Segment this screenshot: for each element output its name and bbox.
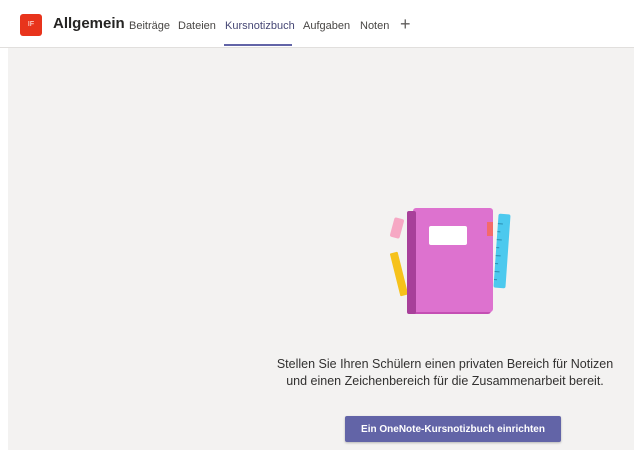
eraser-icon <box>390 217 404 239</box>
tab-aufgaben[interactable]: Aufgaben <box>303 19 350 33</box>
channel-header: IF Allgemein Beiträge Dateien Kursnotizb… <box>0 0 634 48</box>
setup-notebook-button[interactable]: Ein OneNote-Kursnotizbuch einrichten <box>345 416 561 442</box>
ruler-icon <box>493 213 511 289</box>
empty-state-message: Stellen Sie Ihren Schülern einen private… <box>255 356 634 390</box>
tab-beitraege[interactable]: Beiträge <box>129 19 170 33</box>
tab-kursnotizbuch[interactable]: Kursnotizbuch <box>225 19 295 33</box>
tab-dateien[interactable]: Dateien <box>178 19 216 33</box>
empty-state-message-line2: und einen Zeichenbereich für die Zusamme… <box>286 374 604 388</box>
add-tab-plus-icon[interactable]: + <box>400 14 411 34</box>
tab-noten[interactable]: Noten <box>360 19 389 33</box>
empty-state-message-line1: Stellen Sie Ihren Schülern einen private… <box>276 357 614 371</box>
channel-title: Allgemein <box>53 15 125 32</box>
notebook-illustration <box>390 208 511 314</box>
notebook-icon <box>407 208 493 314</box>
active-tab-indicator <box>224 44 292 46</box>
team-avatar[interactable]: IF <box>20 14 42 36</box>
